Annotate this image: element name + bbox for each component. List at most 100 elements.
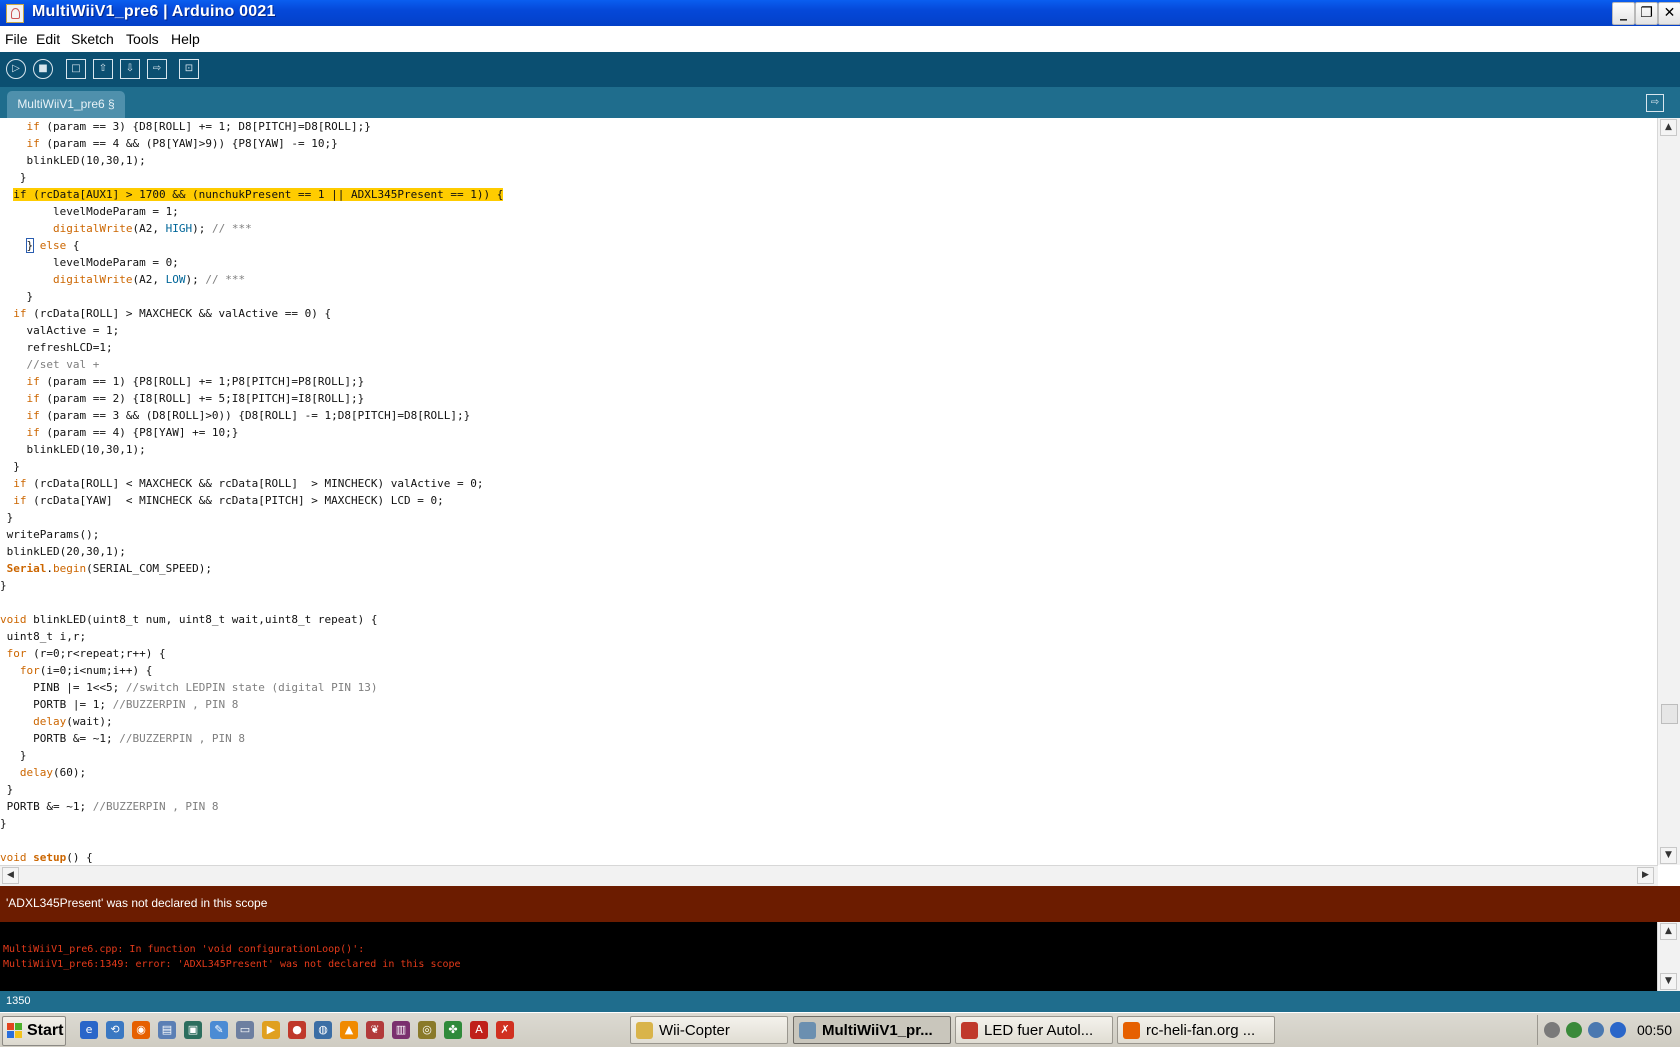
- start-button[interactable]: Start: [2, 1016, 66, 1046]
- code-line: writeParams();: [0, 528, 100, 541]
- title-bar: MultiWiiV1_pre6 | Arduino 0021 _ ❐ ✕: [0, 0, 1680, 26]
- window-icon: [799, 1022, 816, 1039]
- vlc-icon[interactable]: ▲: [340, 1021, 358, 1039]
- app-icon[interactable]: ●: [288, 1021, 306, 1039]
- scroll-thumb[interactable]: [1661, 704, 1678, 724]
- console-scrollbar[interactable]: ▲ ▼: [1657, 922, 1680, 991]
- editor-icon[interactable]: ✎: [210, 1021, 228, 1039]
- code-line: }: [0, 290, 34, 303]
- window-title: MultiWiiV1_pre6 | Arduino 0021: [32, 3, 276, 20]
- code-line: }: [0, 579, 7, 592]
- code-line: delay(wait);: [33, 715, 113, 728]
- code-line: Serial.begin(SERIAL_COM_SPEED);: [6, 562, 212, 575]
- code-line: PINB |= 1<<5; //switch LEDPIN state (dig…: [0, 681, 378, 694]
- menu-file[interactable]: File: [5, 31, 28, 47]
- monitor-icon[interactable]: ▣: [184, 1021, 202, 1039]
- tab-sketch[interactable]: MultiWiiV1_pre6 §: [7, 91, 125, 118]
- code-line: digitalWrite(A2, LOW); // ***: [52, 273, 246, 286]
- line-number: 1350: [6, 995, 31, 1007]
- code-line: valActive = 1;: [0, 324, 120, 337]
- tool-icon[interactable]: ✗: [496, 1021, 514, 1039]
- menu-tools[interactable]: Tools: [126, 31, 159, 47]
- maximize-button[interactable]: ❐: [1635, 2, 1658, 25]
- code-line: for (r=0;r<repeat;r++) {: [6, 647, 166, 660]
- taskbar-button-label: rc-heli-fan.org ...: [1146, 1022, 1256, 1039]
- window-icon: [636, 1022, 653, 1039]
- taskbar-button[interactable]: LED fuer Autol...: [955, 1016, 1113, 1044]
- taskbar-button[interactable]: Wii-Copter: [630, 1016, 788, 1044]
- minimize-button[interactable]: _: [1612, 2, 1635, 25]
- scroll-up-icon[interactable]: ▲: [1660, 119, 1677, 136]
- stop-button[interactable]: ■: [33, 59, 53, 79]
- code-line: PORTB |= 1; //BUZZERPIN , PIN 8: [0, 698, 239, 711]
- chat-icon[interactable]: ◍: [314, 1021, 332, 1039]
- tab-menu-icon[interactable]: ⇨: [1646, 94, 1664, 112]
- arduino-app-icon: [6, 4, 24, 23]
- scroll-right-icon[interactable]: ▶: [1637, 867, 1654, 884]
- console-line: MultiWiiV1_pre6.cpp: In function 'void c…: [3, 944, 365, 955]
- scroll-left-icon[interactable]: ◀: [2, 867, 19, 884]
- code-line: if (param == 3) {D8[ROLL] += 1; D8[PITCH…: [26, 120, 371, 133]
- code-line: if (rcData[AUX1] > 1700 && (nunchukPrese…: [13, 188, 504, 201]
- clover-icon[interactable]: ✤: [444, 1021, 462, 1039]
- console-output: MultiWiiV1_pre6.cpp: In function 'void c…: [0, 922, 1680, 991]
- notepad-icon[interactable]: ▤: [158, 1021, 176, 1039]
- utility-icon[interactable]: ◎: [418, 1021, 436, 1039]
- code-line: if (param == 4) {P8[YAW] += 10;}: [26, 426, 239, 439]
- menu-help[interactable]: Help: [171, 31, 200, 47]
- windows-logo-icon: [7, 1023, 23, 1039]
- scroll-down-icon[interactable]: ▼: [1660, 973, 1677, 990]
- window-icon: [961, 1022, 978, 1039]
- new-button[interactable]: □: [66, 59, 86, 79]
- network-tray-icon[interactable]: [1588, 1022, 1604, 1038]
- upload-button[interactable]: ⇨: [147, 59, 167, 79]
- close-button[interactable]: ✕: [1658, 2, 1680, 25]
- taskbar-button-label: MultiWiiV1_pr...: [822, 1022, 933, 1039]
- clock: 00:50: [1636, 1022, 1672, 1038]
- open-button[interactable]: ⇧: [93, 59, 113, 79]
- code-line: if (param == 3 && (D8[ROLL]>0)) {D8[ROLL…: [26, 409, 471, 422]
- console-line: MultiWiiV1_pre6:1349: error: 'ADXL345Pre…: [3, 959, 461, 970]
- code-line: digitalWrite(A2, HIGH); // ***: [52, 222, 252, 235]
- code-line: levelModeParam = 0;: [0, 256, 179, 269]
- code-line: if (param == 1) {P8[ROLL] += 1;P8[PITCH]…: [26, 375, 365, 388]
- code-line: if (rcData[YAW] < MINCHECK && rcData[PIT…: [13, 494, 444, 507]
- code-line: levelModeParam = 1;: [0, 205, 179, 218]
- status-message: 'ADXL345Present' was not declared in thi…: [6, 896, 268, 910]
- code-line: //set val +: [26, 358, 100, 371]
- code-line: PORTB &= ~1; //BUZZERPIN , PIN 8: [0, 732, 246, 745]
- serial-monitor-button[interactable]: ⊡: [179, 59, 199, 79]
- menu-sketch[interactable]: Sketch: [71, 31, 114, 47]
- media-player-icon[interactable]: ▶: [262, 1021, 280, 1039]
- code-line: PORTB &= ~1; //BUZZERPIN , PIN 8: [0, 800, 219, 813]
- code-line: }: [0, 749, 27, 762]
- ie-icon[interactable]: e: [80, 1021, 98, 1039]
- scroll-up-icon[interactable]: ▲: [1660, 923, 1677, 940]
- folder-icon[interactable]: ▭: [236, 1021, 254, 1039]
- butterfly-icon[interactable]: ❦: [366, 1021, 384, 1039]
- editor-vertical-scrollbar[interactable]: ▲ ▼: [1657, 118, 1680, 865]
- taskbar-button[interactable]: rc-heli-fan.org ...: [1117, 1016, 1275, 1044]
- pdf-icon[interactable]: A: [470, 1021, 488, 1039]
- verify-button[interactable]: ▷: [6, 59, 26, 79]
- code-editor[interactable]: if (param == 3) {D8[ROLL] += 1; D8[PITCH…: [0, 118, 1658, 865]
- winrar-icon[interactable]: ▥: [392, 1021, 410, 1039]
- line-number-bar: 1350: [0, 991, 1680, 1012]
- taskbar-button-label: LED fuer Autol...: [984, 1022, 1094, 1039]
- code-line: void blinkLED(uint8_t num, uint8_t wait,…: [0, 613, 378, 626]
- info-icon[interactable]: [1610, 1022, 1626, 1038]
- speaker-icon[interactable]: [1544, 1022, 1560, 1038]
- save-button[interactable]: ⇩: [120, 59, 140, 79]
- network-icon[interactable]: ⟲: [106, 1021, 124, 1039]
- code-line: }: [0, 817, 7, 830]
- code-line: }: [0, 783, 14, 796]
- code-line: for(i=0;i<num;i++) {: [19, 664, 153, 677]
- status-bar: 'ADXL345Present' was not declared in thi…: [0, 886, 1680, 922]
- tray-app-icon[interactable]: [1566, 1022, 1582, 1038]
- taskbar-button[interactable]: MultiWiiV1_pr...: [793, 1016, 951, 1044]
- scroll-down-icon[interactable]: ▼: [1660, 847, 1677, 864]
- editor-horizontal-scrollbar[interactable]: ◀ ▶: [0, 865, 1658, 886]
- code-line: blinkLED(10,30,1);: [0, 443, 146, 456]
- firefox-icon[interactable]: ◉: [132, 1021, 150, 1039]
- menu-edit[interactable]: Edit: [36, 31, 60, 47]
